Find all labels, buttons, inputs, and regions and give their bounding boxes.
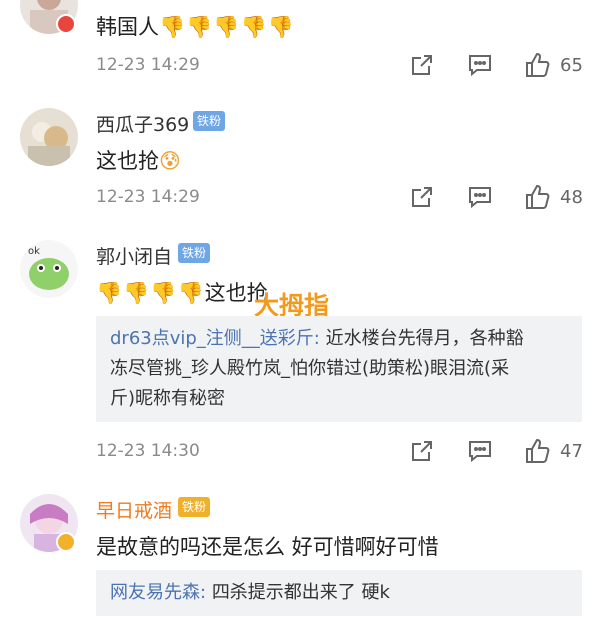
reply-line: 近水楼台先得月，各种豁 <box>325 328 524 349</box>
comment-text: 韩国人👎👎👎👎👎 <box>96 11 295 41</box>
username[interactable]: 早日戒酒 <box>96 496 172 523</box>
reply-line: 斤)昵称有秘密 <box>110 388 226 409</box>
reply-box[interactable]: 网友易先森: 四杀提示都出来了 硬k <box>96 570 582 616</box>
comment-text: 👎👎👎👎这也抢 <box>96 277 268 307</box>
comment-text-body: 韩国人 <box>96 15 159 39</box>
reply-line: 冻尽管挑_珍人殿竹岚_怕你错过(助策松)眼泪流(采 <box>110 358 510 379</box>
verified-badge-icon <box>56 14 76 34</box>
thumbs-down-emojis: 👎👎👎👎 <box>96 281 205 305</box>
share-icon[interactable] <box>409 52 435 78</box>
comment-icon[interactable] <box>467 52 493 78</box>
fan-badge: 铁粉 <box>178 243 211 263</box>
avatar[interactable]: ok <box>20 240 78 298</box>
like-icon[interactable] <box>525 438 551 464</box>
reply-box[interactable]: dr63点vip_注侧__送彩斤: 近水楼台先得月，各种豁 冻尽管挑_珍人殿竹岚… <box>96 316 582 422</box>
comment-text: 这也抢😰 <box>96 145 182 175</box>
svg-text:ok: ok <box>28 246 40 257</box>
like-icon[interactable] <box>525 184 551 210</box>
reply-author[interactable]: 网友易先森: <box>110 582 206 603</box>
comment-icon[interactable] <box>467 438 493 464</box>
like-count: 47 <box>560 441 583 462</box>
username[interactable]: 西瓜子369 <box>96 110 189 137</box>
share-icon[interactable] <box>409 438 435 464</box>
comment-time: 12-23 14:30 <box>96 441 200 461</box>
comment-text: 是故意的吗还是怎么 好可惜啊好可惜 <box>96 535 439 559</box>
share-icon[interactable] <box>409 184 435 210</box>
comment-icon[interactable] <box>467 184 493 210</box>
thumbs-down-emojis: 👎👎👎👎👎 <box>159 15 295 39</box>
verified-badge-icon <box>56 532 76 552</box>
comment-text-body: 这也抢 <box>96 149 159 173</box>
like-icon[interactable] <box>525 52 551 78</box>
like-count: 48 <box>560 187 583 208</box>
anxious-face-emoji: 😰 <box>159 149 182 173</box>
username[interactable]: 郭小闭自 <box>96 242 172 269</box>
like-count: 65 <box>560 55 583 76</box>
reply-line: 四杀提示都出来了 硬k <box>211 582 390 603</box>
fan-badge: 铁粉 <box>178 497 211 517</box>
comment-time: 12-23 14:29 <box>96 55 200 75</box>
avatar[interactable] <box>20 108 78 166</box>
fan-badge: 铁粉 <box>193 111 226 131</box>
reply-author[interactable]: dr63点vip_注侧__送彩斤: <box>110 328 320 349</box>
comment-time: 12-23 14:29 <box>96 187 200 207</box>
